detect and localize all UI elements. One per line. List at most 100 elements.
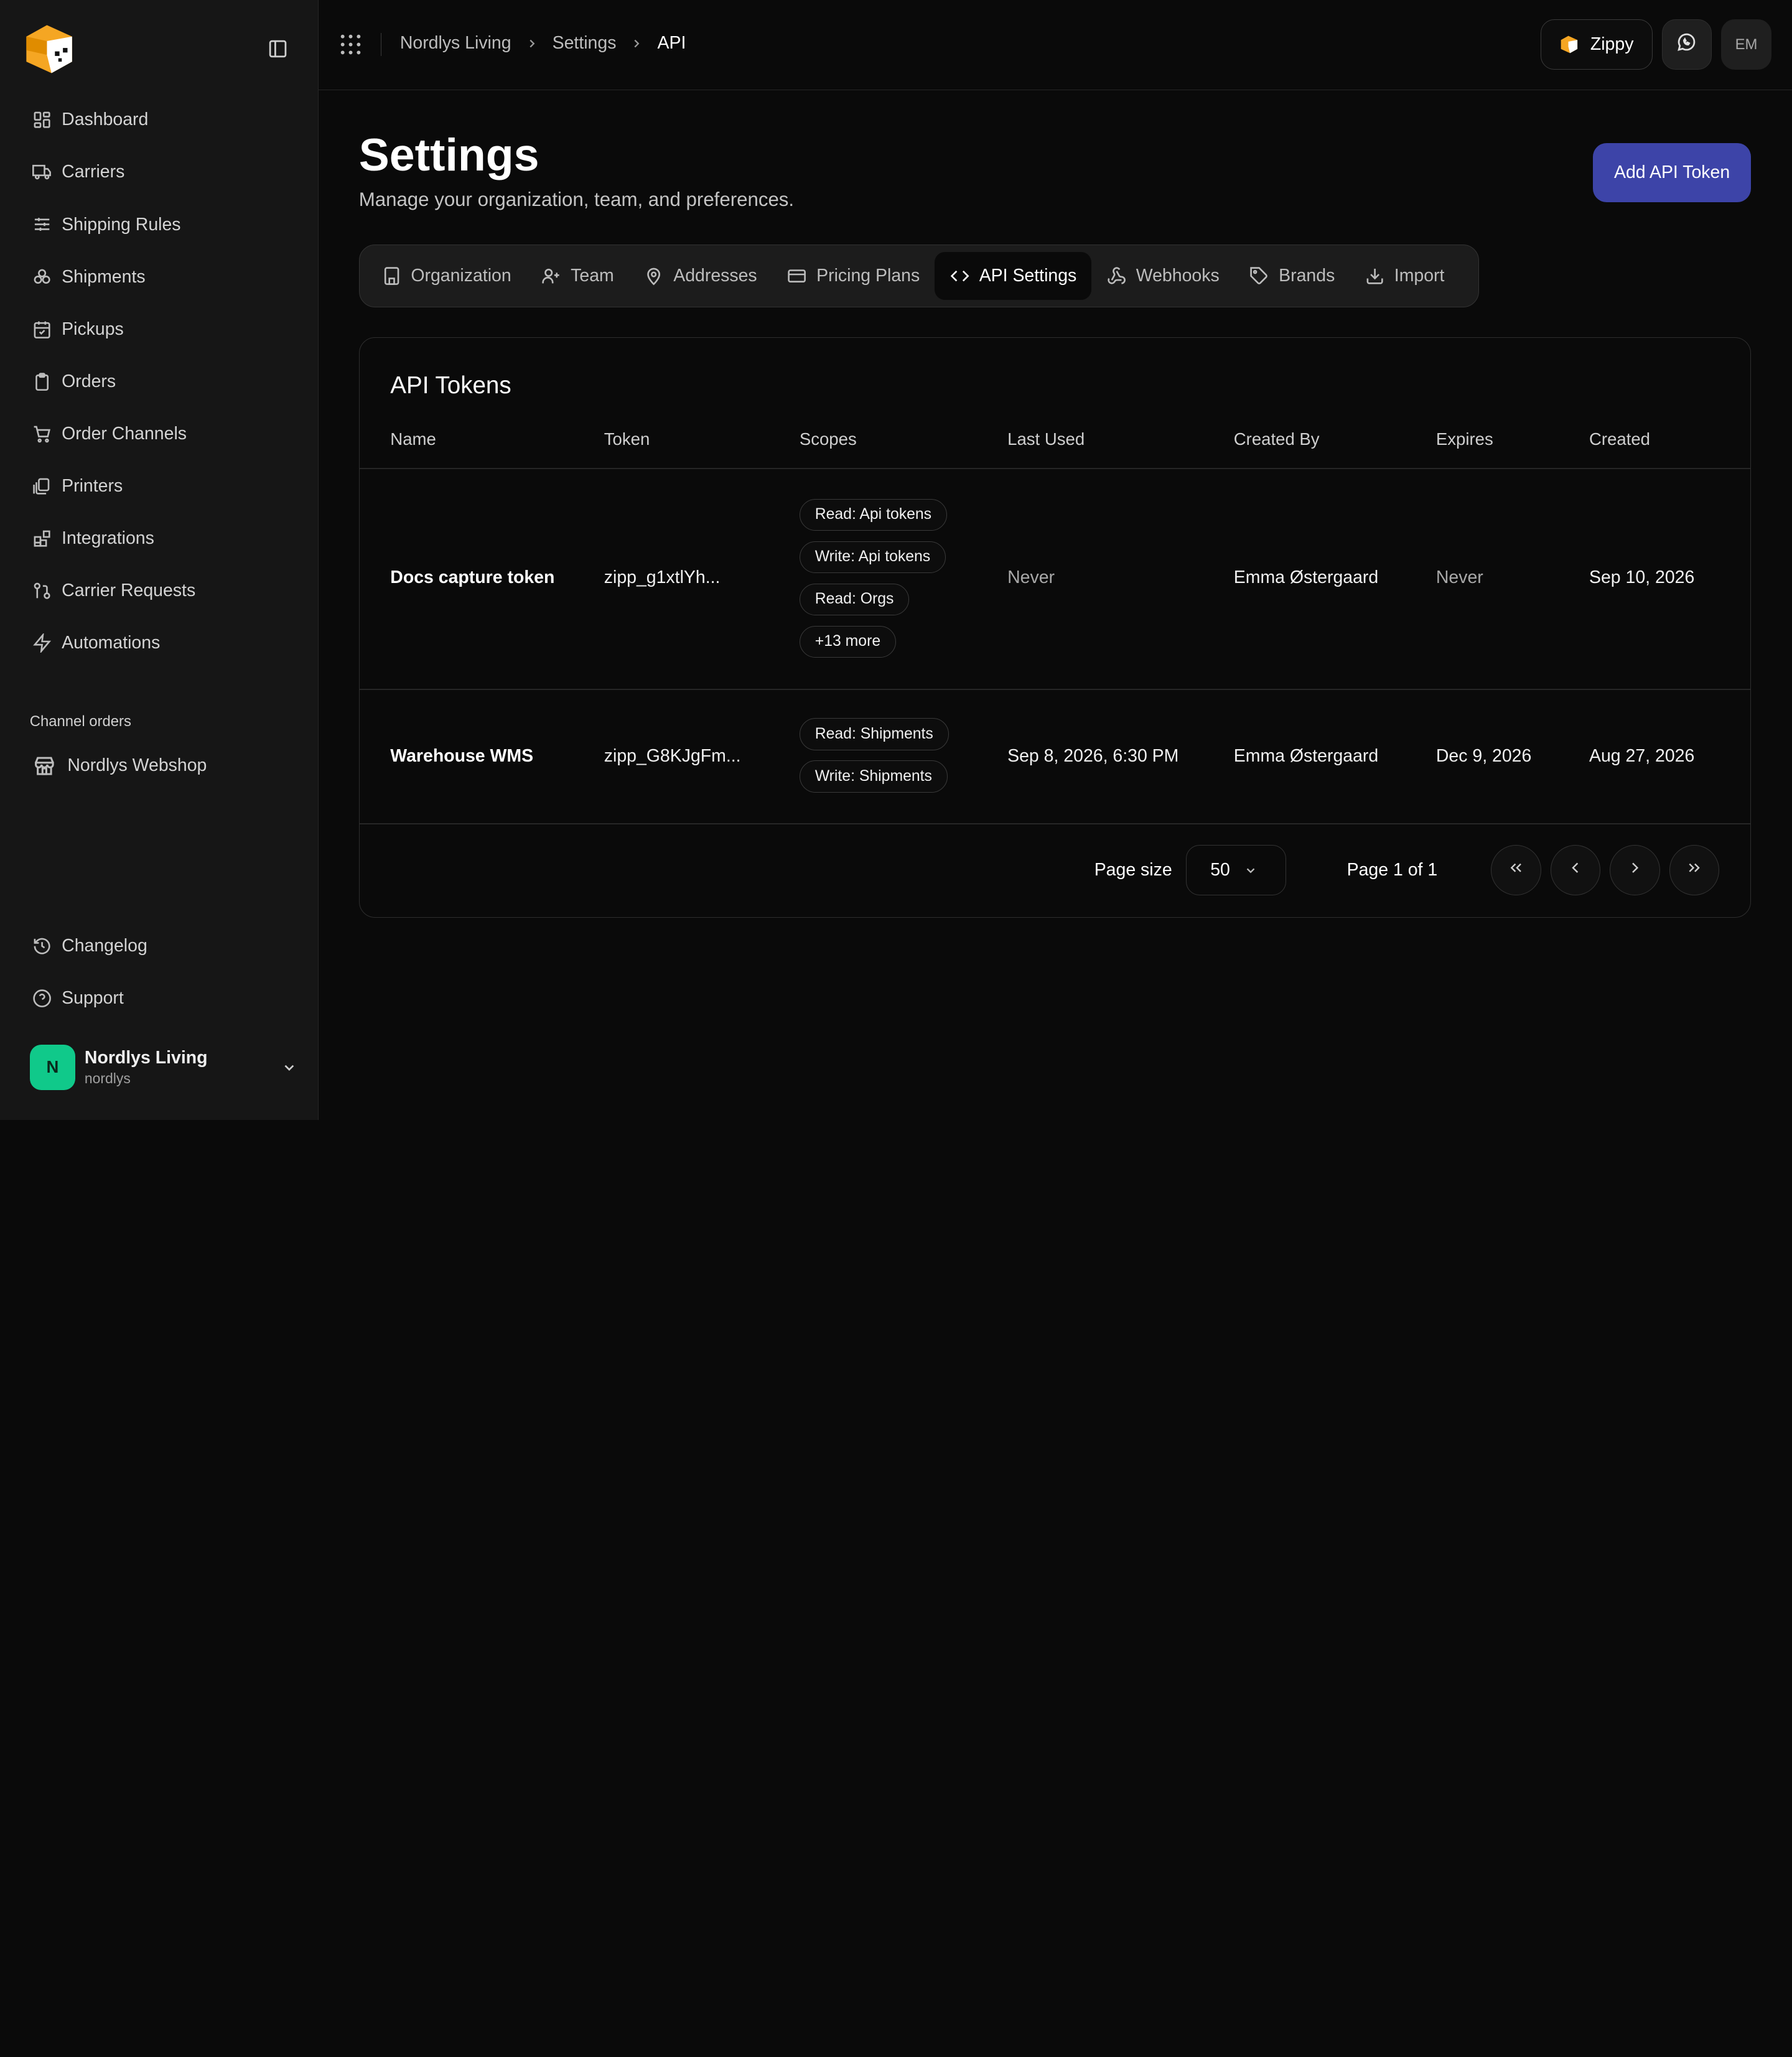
column-header-last-used[interactable]: Last Used: [1007, 429, 1085, 449]
tab-label: Pricing Plans: [816, 266, 920, 286]
sidebar-item-shipments[interactable]: Shipments: [21, 254, 301, 299]
tab-pricing-plans[interactable]: Pricing Plans: [772, 252, 935, 300]
page-size-label: Page size: [1094, 860, 1172, 880]
column-header-name[interactable]: Name: [390, 429, 436, 449]
sidebar: Dashboard Carriers Shipping Rules Shipme…: [0, 0, 319, 1120]
breadcrumb-settings[interactable]: Settings: [553, 33, 617, 54]
token-value: zipp_g1xtlYh...: [604, 567, 721, 587]
scope-badge: Write: Api tokens: [799, 541, 946, 574]
topbar-divider: [380, 33, 382, 56]
column-header-expires[interactable]: Expires: [1436, 429, 1493, 449]
sidebar-item-orders[interactable]: Orders: [21, 359, 301, 404]
column-header-created[interactable]: Created: [1589, 429, 1650, 449]
token-value: zipp_G8KJgFm...: [604, 745, 741, 766]
sidebar-item-pickups[interactable]: Pickups: [21, 306, 301, 352]
sidebar-item-label: Pickups: [62, 319, 124, 339]
sliders-icon: [32, 215, 52, 235]
org-switcher[interactable]: N Nordlys Living nordlys: [29, 1042, 299, 1093]
column-header-scopes[interactable]: Scopes: [800, 429, 857, 449]
first-page-button[interactable]: [1491, 845, 1541, 896]
sidebar-item-printers[interactable]: Printers: [21, 464, 301, 509]
token-name[interactable]: Warehouse WMS: [390, 746, 533, 767]
truck-icon: [32, 162, 52, 182]
chat-button[interactable]: [1661, 19, 1712, 70]
page-subtitle: Manage your organization, team, and pref…: [358, 189, 795, 211]
tab-label: Import: [1394, 266, 1445, 286]
zippy-logo[interactable]: [22, 21, 79, 78]
tab-import[interactable]: Import: [1350, 252, 1459, 300]
settings-tabs: Organization Team Addresses Pricing Plan…: [358, 245, 1479, 308]
user-plus-icon: [541, 266, 561, 286]
boxes-icon: [32, 267, 52, 287]
tab-api-settings[interactable]: API Settings: [935, 251, 1092, 301]
org-slug: nordlys: [84, 1070, 131, 1087]
page-title: Settings: [358, 128, 539, 180]
git-pull-icon: [32, 581, 52, 601]
clipboard-icon: [32, 371, 52, 392]
sidebar-item-label: Orders: [62, 371, 116, 391]
org-avatar: N: [29, 1044, 76, 1091]
sidebar-item-label: Order Channels: [62, 423, 187, 444]
next-page-button[interactable]: [1610, 845, 1660, 896]
sidebar-item-label: Shipping Rules: [62, 214, 181, 235]
sidebar-item-carrier-requests[interactable]: Carrier Requests: [21, 568, 301, 613]
webhook-icon: [1106, 266, 1127, 286]
column-header-token[interactable]: Token: [604, 429, 650, 449]
scope-badge: Write: Shipments: [799, 760, 948, 793]
sidebar-item-shipping-rules[interactable]: Shipping Rules: [21, 202, 301, 247]
main-content: Nordlys Living Settings API Zippy EM Set…: [319, 0, 1792, 1120]
previous-page-button[interactable]: [1550, 845, 1601, 896]
tab-webhooks[interactable]: Webhooks: [1091, 252, 1234, 300]
scope-badge: Read: Shipments: [799, 718, 949, 750]
store-icon: [32, 753, 57, 778]
apps-grid-icon[interactable]: [340, 34, 361, 55]
tab-label: Brands: [1279, 266, 1335, 286]
sidebar-item-dashboard[interactable]: Dashboard: [21, 97, 301, 142]
sidebar-item-integrations[interactable]: Integrations: [21, 516, 301, 561]
token-created: Sep 10, 2026: [1589, 567, 1695, 587]
tab-organization[interactable]: Organization: [366, 252, 526, 300]
page-info: Page 1 of 1: [1346, 860, 1438, 880]
column-header-created-by[interactable]: Created By: [1234, 429, 1320, 449]
credit-card-icon: [786, 266, 807, 286]
user-avatar[interactable]: EM: [1721, 19, 1771, 70]
sidebar-item-label: Dashboard: [62, 110, 149, 130]
scope-badge: Read: Orgs: [799, 583, 910, 616]
dashboard-icon: [32, 110, 52, 130]
sidebar-item-carriers[interactable]: Carriers: [21, 149, 301, 195]
sidebar-item-support[interactable]: Support: [21, 976, 301, 1021]
last-page-button[interactable]: [1669, 845, 1720, 896]
printer-icon: [32, 476, 52, 497]
add-api-token-button[interactable]: Add API Token: [1593, 142, 1751, 203]
tab-addresses[interactable]: Addresses: [629, 252, 772, 300]
token-created: Aug 27, 2026: [1589, 745, 1695, 766]
sidebar-item-label: Carriers: [62, 162, 125, 182]
chevron-right-icon: [630, 37, 643, 50]
chevron-left-icon: [1566, 859, 1584, 882]
table-divider: [359, 468, 1750, 470]
sidebar-item-channel-webshop[interactable]: Nordlys Webshop: [21, 743, 301, 788]
channel-item-label: Nordlys Webshop: [67, 755, 207, 776]
page-size-value: 50: [1210, 860, 1230, 880]
zippy-logo-icon: [1559, 34, 1580, 55]
message-circle-icon: [1676, 32, 1697, 57]
tab-brands[interactable]: Brands: [1234, 252, 1350, 300]
sidebar-item-changelog[interactable]: Changelog: [21, 923, 301, 969]
chevrons-left-icon: [1507, 859, 1525, 882]
page-size-select[interactable]: 50: [1185, 845, 1287, 896]
sidebar-item-label: Shipments: [62, 266, 146, 287]
code-icon: [950, 266, 970, 286]
breadcrumb-org[interactable]: Nordlys Living: [400, 33, 511, 54]
tab-team[interactable]: Team: [526, 252, 629, 300]
token-name[interactable]: Docs capture token: [390, 567, 554, 588]
blocks-icon: [32, 528, 52, 549]
table-divider: [359, 688, 1750, 690]
sidebar-item-automations[interactable]: Automations: [21, 620, 301, 666]
api-tokens-card: API Tokens Name Token Scopes Last Used C…: [358, 337, 1751, 918]
sidebar-collapse-icon[interactable]: [265, 37, 290, 62]
scope-more-badge[interactable]: +13 more: [799, 625, 896, 658]
sidebar-item-order-channels[interactable]: Order Channels: [21, 411, 301, 457]
tab-label: Team: [571, 266, 614, 286]
zippy-assistant-button[interactable]: Zippy: [1540, 19, 1653, 70]
tab-label: Addresses: [673, 266, 757, 286]
